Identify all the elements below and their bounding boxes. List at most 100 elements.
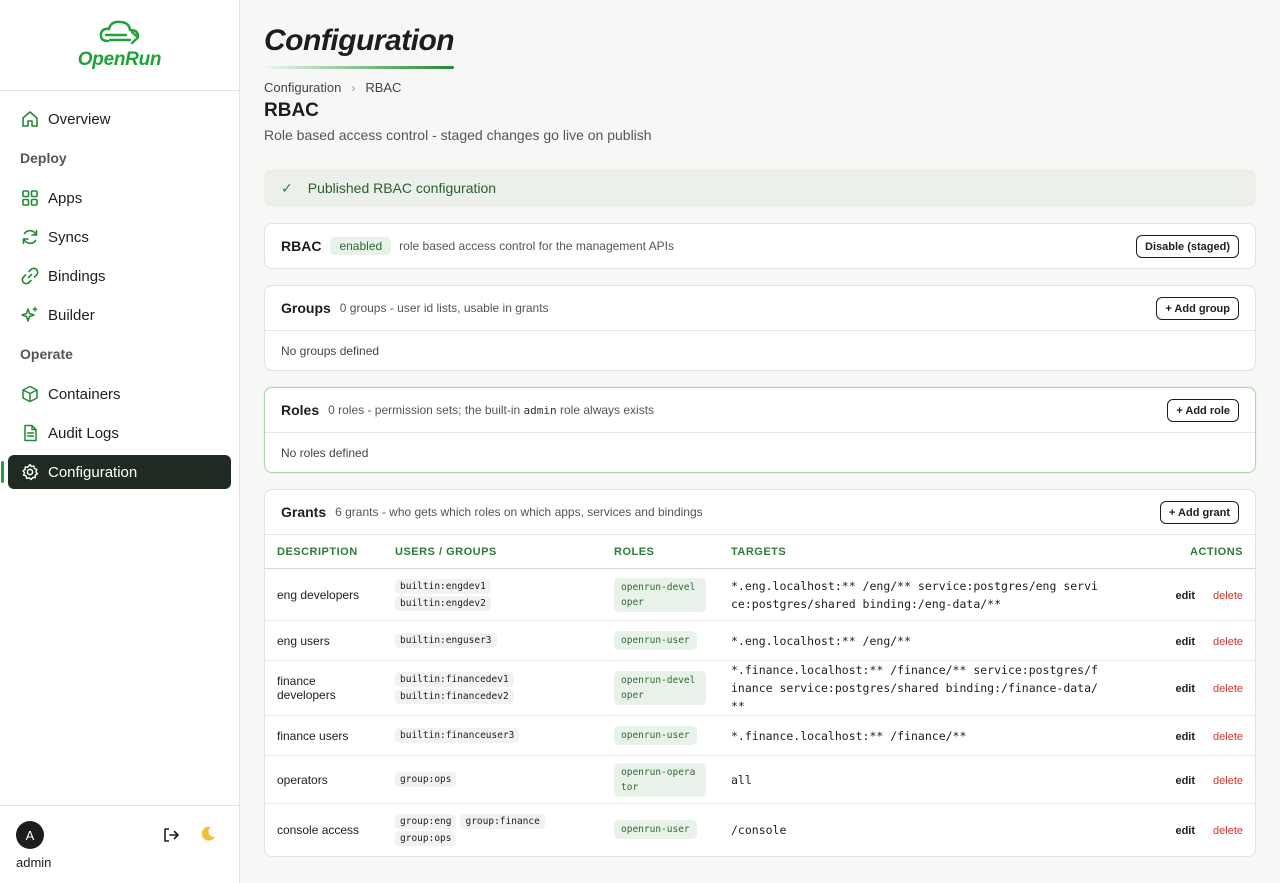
- sidebar-footer: A admin: [0, 805, 240, 883]
- user-name: admin: [16, 855, 52, 870]
- avatar[interactable]: A: [16, 821, 44, 849]
- roles-empty-state: No roles defined: [265, 432, 1255, 472]
- grant-targets: *.eng.localhost:** /eng/** service:postg…: [719, 568, 1113, 621]
- edit-grant-button[interactable]: edit: [1175, 636, 1195, 648]
- chevron-right-icon: ›: [351, 80, 356, 95]
- grant-actions: edit delete: [1113, 715, 1255, 756]
- grant-actions: edit delete: [1113, 804, 1255, 856]
- delete-grant-button[interactable]: delete: [1213, 731, 1243, 743]
- grant-targets: *.eng.localhost:** /eng/**: [719, 620, 1113, 661]
- grants-card-title: Grants: [281, 504, 327, 520]
- role-chip: openrun-user: [614, 631, 697, 650]
- groups-card-header: Groups 0 groups - user id lists, usable …: [265, 286, 1255, 330]
- grant-description: operators: [265, 755, 383, 804]
- add-group-button[interactable]: + Add group: [1156, 297, 1239, 320]
- logout-icon[interactable]: [161, 825, 181, 845]
- grant-actions: edit delete: [1113, 620, 1255, 661]
- sidebar-item-bindings[interactable]: Bindings: [8, 259, 231, 293]
- link-icon: [20, 266, 40, 286]
- grant-roles: openrun-user: [602, 715, 719, 756]
- breadcrumb-configuration[interactable]: Configuration: [264, 80, 341, 95]
- add-role-button[interactable]: + Add role: [1167, 399, 1239, 422]
- nav-section-operate: Operate: [20, 346, 73, 362]
- sidebar-item-label: Syncs: [48, 228, 89, 246]
- user-chip: builtin:engdev1: [395, 578, 491, 594]
- status-badge: enabled: [330, 237, 392, 255]
- sidebar-item-overview[interactable]: Overview: [8, 102, 231, 136]
- role-chip: openrun-developer: [614, 577, 706, 612]
- delete-grant-button[interactable]: delete: [1213, 775, 1243, 787]
- user-chip: group:eng: [395, 813, 457, 829]
- cube-icon: [20, 384, 40, 404]
- cloud-logo-icon: [99, 20, 139, 45]
- groups-card-title: Groups: [281, 300, 331, 316]
- check-icon: ✓: [281, 179, 293, 196]
- sidebar-item-label: Apps: [48, 189, 83, 207]
- table-row: finance developers builtin:financedev1 bui…: [265, 660, 1255, 716]
- disable-rbac-button[interactable]: Disable (staged): [1136, 235, 1239, 258]
- sidebar-item-audit-logs[interactable]: Audit Logs: [8, 416, 231, 450]
- col-roles: ROLES: [602, 534, 719, 569]
- table-row: eng users builtin:enguser3 openrun-user *.e…: [265, 620, 1255, 661]
- col-targets: TARGETS: [719, 534, 1113, 569]
- col-description: DESCRIPTION: [265, 534, 383, 569]
- sidebar-item-apps[interactable]: Apps: [8, 181, 231, 215]
- sidebar-item-label: Containers: [48, 385, 121, 403]
- rbac-card: RBAC enabled role based access control f…: [264, 223, 1256, 269]
- delete-grant-button[interactable]: delete: [1213, 825, 1243, 837]
- grant-users: group:ops: [383, 755, 602, 804]
- grant-users: builtin:financeuser3: [383, 715, 602, 756]
- sidebar-item-containers[interactable]: Containers: [8, 377, 231, 411]
- heading-underline: [264, 66, 454, 69]
- sidebar-item-configuration[interactable]: Configuration: [1, 455, 231, 489]
- grant-description: finance developers: [265, 660, 383, 716]
- rbac-card-header: RBAC enabled role based access control f…: [265, 224, 1255, 268]
- delete-grant-button[interactable]: delete: [1213, 683, 1243, 695]
- page-title: RBAC: [264, 100, 319, 121]
- edit-grant-button[interactable]: edit: [1175, 775, 1195, 787]
- edit-grant-button[interactable]: edit: [1175, 590, 1195, 602]
- sparkle-icon: [20, 305, 40, 325]
- sync-icon: [20, 227, 40, 247]
- edit-grant-button[interactable]: edit: [1175, 683, 1195, 695]
- role-chip: openrun-user: [614, 820, 697, 840]
- alert-message: Published RBAC configuration: [307, 180, 497, 196]
- document-icon: [20, 423, 40, 443]
- roles-card: Roles 0 roles - permission sets; the bui…: [264, 387, 1256, 473]
- home-icon: [20, 109, 40, 129]
- add-grant-button[interactable]: + Add grant: [1159, 501, 1239, 524]
- grant-targets: *.finance.localhost:** /finance/** servi…: [719, 660, 1113, 716]
- role-chip: openrun-operator: [614, 762, 706, 797]
- user-chip: group:ops: [395, 830, 457, 846]
- roles-desc-post: role always exists: [556, 403, 655, 417]
- edit-grant-button[interactable]: edit: [1175, 825, 1195, 837]
- grant-description: console access: [277, 822, 360, 837]
- logo[interactable]: OpenRun: [0, 0, 239, 91]
- grants-card: Grants 6 grants - who gets which roles o…: [264, 489, 1256, 857]
- main-content: Configuration Configuration › RBAC RBAC …: [264, 0, 1256, 857]
- roles-card-description: 0 roles - permission sets; the built-in …: [328, 403, 654, 417]
- delete-grant-button[interactable]: delete: [1213, 636, 1243, 648]
- grant-actions: edit delete: [1113, 660, 1255, 716]
- grants-table-header: DESCRIPTION USERS / GROUPS ROLES TARGETS…: [265, 534, 1255, 569]
- roles-desc-code: admin: [523, 404, 557, 417]
- sidebar-item-syncs[interactable]: Syncs: [8, 220, 231, 254]
- grant-users: builtin:financedev1 builtin:financedev2: [383, 660, 602, 716]
- roles-card-title: Roles: [281, 402, 320, 418]
- role-chip: openrun-user: [614, 726, 697, 745]
- edit-grant-button[interactable]: edit: [1175, 731, 1195, 743]
- grants-card-header: Grants 6 grants - who gets which roles o…: [265, 490, 1255, 534]
- gear-icon: [20, 462, 40, 482]
- user-chip: builtin:financedev2: [395, 689, 514, 704]
- user-chip: group:ops: [395, 772, 457, 787]
- grant-actions: edit delete: [1113, 568, 1255, 621]
- sidebar-item-label: Audit Logs: [48, 424, 119, 442]
- grant-description: eng users: [265, 620, 383, 661]
- moon-icon[interactable]: [199, 825, 217, 843]
- rbac-card-description: role based access control for the manage…: [399, 239, 674, 253]
- user-chip: builtin:enguser3: [395, 633, 497, 648]
- delete-grant-button[interactable]: delete: [1213, 590, 1243, 602]
- col-users-groups: USERS / GROUPS: [383, 534, 602, 569]
- sidebar-item-builder[interactable]: Builder: [8, 298, 231, 332]
- grant-roles: openrun-operator: [602, 755, 719, 804]
